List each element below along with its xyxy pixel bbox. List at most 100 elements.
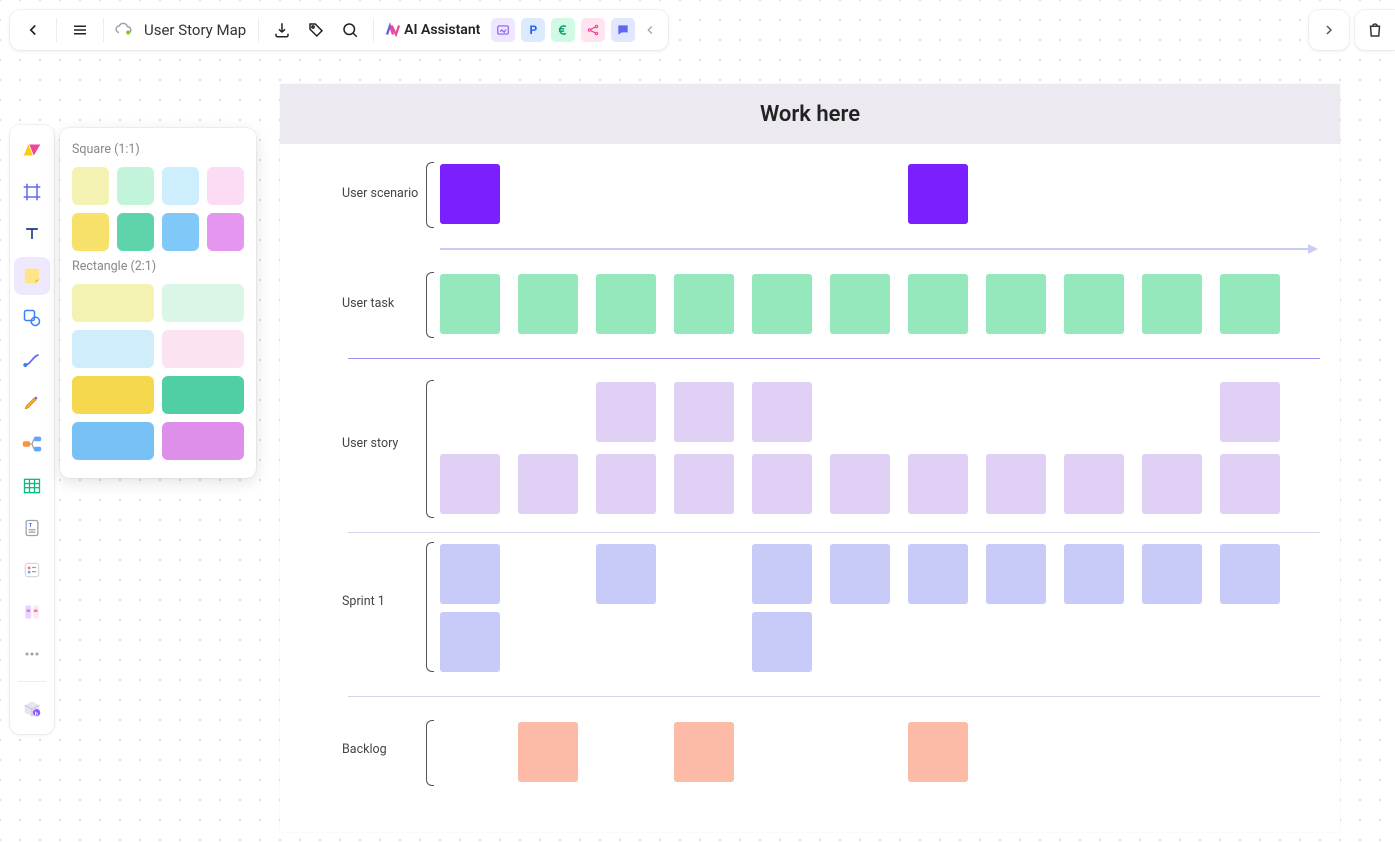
- task-card[interactable]: [440, 274, 500, 334]
- sprint-card[interactable]: [440, 544, 500, 604]
- rectangle-swatch[interactable]: [72, 376, 154, 414]
- scenario-card[interactable]: [908, 164, 968, 224]
- story-card[interactable]: [752, 382, 812, 442]
- empty-slot: [518, 164, 578, 224]
- sprint-card[interactable]: [830, 544, 890, 604]
- parking-chip[interactable]: P: [521, 18, 545, 42]
- ai-assistant-label: AI Assistant: [402, 22, 488, 38]
- story-card[interactable]: [440, 454, 500, 514]
- rectangle-swatch[interactable]: [72, 422, 154, 460]
- sprint-card[interactable]: [1064, 544, 1124, 604]
- sticky-note-tool[interactable]: [14, 257, 50, 295]
- sprint-card[interactable]: [1142, 544, 1202, 604]
- backlog-row-label: Backlog: [342, 742, 387, 757]
- sprint-card[interactable]: [596, 544, 656, 604]
- story-card[interactable]: [674, 454, 734, 514]
- sprint-card[interactable]: [752, 544, 812, 604]
- list-tool[interactable]: [14, 551, 50, 589]
- collapse-chips-button[interactable]: [638, 13, 662, 47]
- shape-tool[interactable]: [14, 299, 50, 337]
- kanban-tool[interactable]: [14, 593, 50, 631]
- task-card[interactable]: [1220, 274, 1280, 334]
- task-card[interactable]: [674, 274, 734, 334]
- square-swatches: [72, 167, 244, 251]
- square-swatch[interactable]: [72, 167, 109, 205]
- task-card[interactable]: [1064, 274, 1124, 334]
- task-card[interactable]: [752, 274, 812, 334]
- share-chip[interactable]: [581, 18, 605, 42]
- next-panel-button[interactable]: [1309, 10, 1349, 50]
- connector-tool[interactable]: [14, 341, 50, 379]
- task-card[interactable]: [986, 274, 1046, 334]
- table-tool[interactable]: [14, 467, 50, 505]
- pen-tool[interactable]: [14, 383, 50, 421]
- story-card[interactable]: [1142, 454, 1202, 514]
- empty-slot: [908, 612, 968, 672]
- euro-chip[interactable]: [551, 18, 575, 42]
- mindmap-tool[interactable]: [14, 425, 50, 463]
- story-card[interactable]: [986, 454, 1046, 514]
- shopping-button[interactable]: [1355, 10, 1395, 50]
- back-button[interactable]: [16, 13, 50, 47]
- kanban-icon: [22, 602, 42, 622]
- story-card[interactable]: [674, 382, 734, 442]
- square-swatch[interactable]: [207, 213, 244, 251]
- chevron-right-icon: [1321, 22, 1337, 38]
- doc-tool[interactable]: T: [14, 509, 50, 547]
- rectangle-swatch[interactable]: [162, 330, 244, 368]
- sprint-card[interactable]: [986, 544, 1046, 604]
- story-card[interactable]: [518, 454, 578, 514]
- text-icon: [22, 224, 42, 244]
- backlog-card[interactable]: [518, 722, 578, 782]
- logo-tool[interactable]: [14, 131, 50, 169]
- cloud-sync-button[interactable]: [110, 13, 138, 47]
- menu-button[interactable]: [63, 13, 97, 47]
- story-card[interactable]: [596, 382, 656, 442]
- story-map-board[interactable]: Work here User scenario User task User s…: [280, 84, 1340, 832]
- empty-slot: [1220, 164, 1280, 224]
- square-swatch[interactable]: [117, 213, 154, 251]
- search-button[interactable]: [333, 13, 367, 47]
- task-card[interactable]: [908, 274, 968, 334]
- story-card[interactable]: [1220, 382, 1280, 442]
- rectangle-swatch[interactable]: [162, 284, 244, 322]
- rectangle-swatch[interactable]: [162, 376, 244, 414]
- sprint-card[interactable]: [752, 612, 812, 672]
- story-card[interactable]: [596, 454, 656, 514]
- tag-button[interactable]: [299, 13, 333, 47]
- sprint-card[interactable]: [1220, 544, 1280, 604]
- empty-slot: [1064, 382, 1124, 442]
- square-swatch[interactable]: [207, 167, 244, 205]
- square-swatch[interactable]: [72, 213, 109, 251]
- ai-assistant-button[interactable]: AI Assistant: [380, 21, 488, 39]
- story-card[interactable]: [830, 454, 890, 514]
- more-tools[interactable]: [14, 635, 50, 673]
- story-card[interactable]: [1220, 454, 1280, 514]
- sprint-card[interactable]: [908, 544, 968, 604]
- task-card[interactable]: [596, 274, 656, 334]
- scenario-card[interactable]: [440, 164, 500, 224]
- backlog-card[interactable]: [908, 722, 968, 782]
- frame-tool[interactable]: [14, 173, 50, 211]
- story-card[interactable]: [1064, 454, 1124, 514]
- square-swatch[interactable]: [162, 213, 199, 251]
- comment-chip[interactable]: [611, 18, 635, 42]
- square-swatch[interactable]: [117, 167, 154, 205]
- sprint-card[interactable]: [440, 612, 500, 672]
- task-card[interactable]: [830, 274, 890, 334]
- story-card[interactable]: [752, 454, 812, 514]
- text-tool[interactable]: [14, 215, 50, 253]
- tag-icon: [307, 21, 325, 39]
- task-card[interactable]: [518, 274, 578, 334]
- rectangle-swatch[interactable]: [72, 284, 154, 322]
- rectangle-swatch[interactable]: [72, 330, 154, 368]
- templates-tool[interactable]: b: [14, 690, 50, 728]
- rectangle-swatch[interactable]: [162, 422, 244, 460]
- story-card[interactable]: [908, 454, 968, 514]
- document-title[interactable]: User Story Map: [138, 21, 252, 39]
- backlog-card[interactable]: [674, 722, 734, 782]
- insert-image-chip[interactable]: [491, 18, 515, 42]
- square-swatch[interactable]: [162, 167, 199, 205]
- task-card[interactable]: [1142, 274, 1202, 334]
- download-button[interactable]: [265, 13, 299, 47]
